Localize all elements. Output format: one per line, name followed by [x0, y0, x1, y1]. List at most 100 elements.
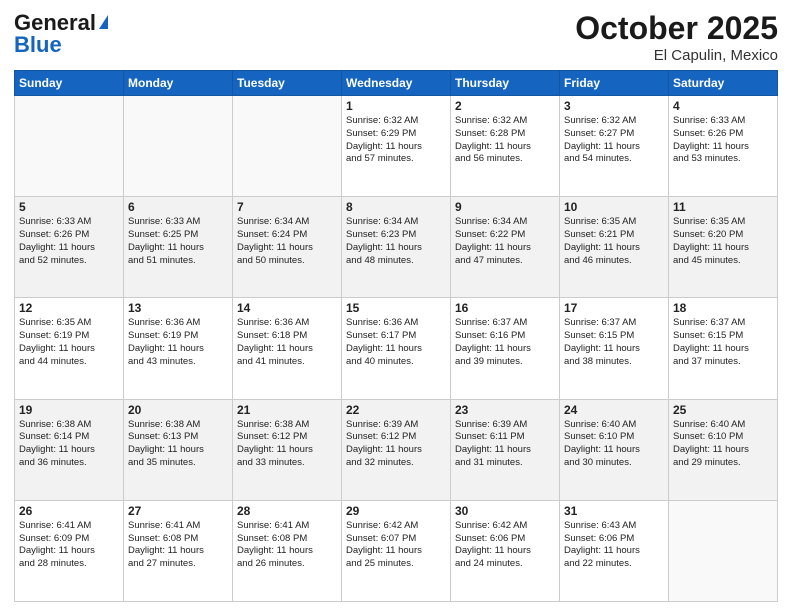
- day-number: 19: [19, 403, 119, 417]
- day-number: 7: [237, 200, 337, 214]
- logo: General Blue: [14, 10, 108, 58]
- day-cell-13: 13 Sunrise: 6:36 AM Sunset: 6:19 PM Dayli…: [124, 298, 233, 399]
- day-header-sunday: Sunday: [15, 71, 124, 96]
- day-cell-1: 1 Sunrise: 6:32 AM Sunset: 6:29 PM Daylig…: [342, 96, 451, 197]
- day-cell-25: 25 Sunrise: 6:40 AM Sunset: 6:10 PM Dayli…: [669, 399, 778, 500]
- day-header-saturday: Saturday: [669, 71, 778, 96]
- week-row-2: 5 Sunrise: 6:33 AM Sunset: 6:26 PM Daylig…: [15, 197, 778, 298]
- day-info: Sunrise: 6:35 AM Sunset: 6:20 PM Dayligh…: [673, 216, 773, 267]
- day-info: Sunrise: 6:38 AM Sunset: 6:12 PM Dayligh…: [237, 419, 337, 470]
- day-cell-3: 3Sunrise: 6:32 AM Sunset: 6:27 PM Daylig…: [560, 96, 669, 197]
- empty-cell: [233, 96, 342, 197]
- empty-cell: [15, 96, 124, 197]
- day-info: Sunrise: 6:36 AM Sunset: 6:18 PM Dayligh…: [237, 317, 337, 368]
- day-number: 14: [237, 301, 337, 315]
- day-number: 10: [564, 200, 664, 214]
- month-title: October 2025: [575, 10, 778, 47]
- day-info: Sunrise: 6:36 AM Sunset: 6:17 PM Dayligh…: [346, 317, 446, 368]
- day-info: Sunrise: 6:34 AM Sunset: 6:24 PM Dayligh…: [237, 216, 337, 267]
- day-cell-24: 24 Sunrise: 6:40 AM Sunset: 6:10 PM Dayli…: [560, 399, 669, 500]
- day-number: 6: [128, 200, 228, 214]
- day-info: Sunrise: 6:33 AM Sunset: 6:26 PM Dayligh…: [673, 115, 773, 166]
- day-cell-15: 15 Sunrise: 6:36 AM Sunset: 6:17 PM Dayli…: [342, 298, 451, 399]
- day-number: 30: [455, 504, 555, 518]
- day-info: Sunrise: 6:38 AM Sunset: 6:14 PM Dayligh…: [19, 419, 119, 470]
- day-number: 24: [564, 403, 664, 417]
- day-number: 4: [673, 99, 773, 113]
- day-cell-27: 27 Sunrise: 6:41 AM Sunset: 6:08 PM Dayli…: [124, 500, 233, 601]
- day-number: 15: [346, 301, 446, 315]
- day-cell-20: 20 Sunrise: 6:38 AM Sunset: 6:13 PM Dayli…: [124, 399, 233, 500]
- day-cell-14: 14 Sunrise: 6:36 AM Sunset: 6:18 PM Dayli…: [233, 298, 342, 399]
- day-info: Sunrise: 6:38 AM Sunset: 6:13 PM Dayligh…: [128, 419, 228, 470]
- day-header-tuesday: Tuesday: [233, 71, 342, 96]
- day-number: 18: [673, 301, 773, 315]
- day-info: Sunrise: 6:33 AM Sunset: 6:26 PM Dayligh…: [19, 216, 119, 267]
- day-header-wednesday: Wednesday: [342, 71, 451, 96]
- day-header-monday: Monday: [124, 71, 233, 96]
- day-number: 3: [564, 99, 664, 113]
- day-info: Sunrise: 6:42 AM Sunset: 6:06 PM Dayligh…: [455, 520, 555, 571]
- day-number: 31: [564, 504, 664, 518]
- day-cell-6: 6 Sunrise: 6:33 AM Sunset: 6:25 PM Daylig…: [124, 197, 233, 298]
- day-number: 12: [19, 301, 119, 315]
- day-number: 27: [128, 504, 228, 518]
- day-info: Sunrise: 6:37 AM Sunset: 6:15 PM Dayligh…: [564, 317, 664, 368]
- day-info: Sunrise: 6:41 AM Sunset: 6:08 PM Dayligh…: [237, 520, 337, 571]
- day-info: Sunrise: 6:35 AM Sunset: 6:19 PM Dayligh…: [19, 317, 119, 368]
- day-cell-4: 4 Sunrise: 6:33 AM Sunset: 6:26 PM Daylig…: [669, 96, 778, 197]
- day-cell-16: 16Sunrise: 6:37 AM Sunset: 6:16 PM Dayli…: [451, 298, 560, 399]
- day-info: Sunrise: 6:33 AM Sunset: 6:25 PM Dayligh…: [128, 216, 228, 267]
- day-number: 11: [673, 200, 773, 214]
- logo-triangle-icon: [99, 15, 108, 29]
- day-info: Sunrise: 6:36 AM Sunset: 6:19 PM Dayligh…: [128, 317, 228, 368]
- day-number: 9: [455, 200, 555, 214]
- day-cell-8: 8 Sunrise: 6:34 AM Sunset: 6:23 PM Daylig…: [342, 197, 451, 298]
- empty-cell: [669, 500, 778, 601]
- day-info: Sunrise: 6:41 AM Sunset: 6:09 PM Dayligh…: [19, 520, 119, 571]
- location: El Capulin, Mexico: [575, 47, 778, 64]
- day-info: Sunrise: 6:34 AM Sunset: 6:23 PM Dayligh…: [346, 216, 446, 267]
- day-number: 23: [455, 403, 555, 417]
- day-cell-19: 19 Sunrise: 6:38 AM Sunset: 6:14 PM Dayli…: [15, 399, 124, 500]
- day-header-friday: Friday: [560, 71, 669, 96]
- day-info: Sunrise: 6:39 AM Sunset: 6:12 PM Dayligh…: [346, 419, 446, 470]
- day-cell-18: 18Sunrise: 6:37 AM Sunset: 6:15 PM Dayli…: [669, 298, 778, 399]
- day-cell-28: 28 Sunrise: 6:41 AM Sunset: 6:08 PM Dayli…: [233, 500, 342, 601]
- logo-blue: Blue: [14, 32, 62, 58]
- day-number: 8: [346, 200, 446, 214]
- day-cell-22: 22 Sunrise: 6:39 AM Sunset: 6:12 PM Dayli…: [342, 399, 451, 500]
- day-number: 17: [564, 301, 664, 315]
- day-number: 25: [673, 403, 773, 417]
- day-info: Sunrise: 6:41 AM Sunset: 6:08 PM Dayligh…: [128, 520, 228, 571]
- day-cell-10: 10Sunrise: 6:35 AM Sunset: 6:21 PM Dayli…: [560, 197, 669, 298]
- day-number: 1: [346, 99, 446, 113]
- day-cell-2: 2 Sunrise: 6:32 AM Sunset: 6:28 PM Daylig…: [451, 96, 560, 197]
- day-info: Sunrise: 6:37 AM Sunset: 6:16 PM Dayligh…: [455, 317, 555, 368]
- day-cell-21: 21Sunrise: 6:38 AM Sunset: 6:12 PM Dayli…: [233, 399, 342, 500]
- day-cell-5: 5 Sunrise: 6:33 AM Sunset: 6:26 PM Daylig…: [15, 197, 124, 298]
- day-number: 13: [128, 301, 228, 315]
- day-number: 26: [19, 504, 119, 518]
- title-block: October 2025 El Capulin, Mexico: [575, 10, 778, 64]
- day-cell-12: 12 Sunrise: 6:35 AM Sunset: 6:19 PM Dayli…: [15, 298, 124, 399]
- day-cell-31: 31 Sunrise: 6:43 AM Sunset: 6:06 PM Dayli…: [560, 500, 669, 601]
- day-info: Sunrise: 6:39 AM Sunset: 6:11 PM Dayligh…: [455, 419, 555, 470]
- day-cell-30: 30 Sunrise: 6:42 AM Sunset: 6:06 PM Dayli…: [451, 500, 560, 601]
- day-info: Sunrise: 6:32 AM Sunset: 6:28 PM Dayligh…: [455, 115, 555, 166]
- day-number: 2: [455, 99, 555, 113]
- day-info: Sunrise: 6:32 AM Sunset: 6:29 PM Dayligh…: [346, 115, 446, 166]
- calendar-header-row: SundayMondayTuesdayWednesdayThursdayFrid…: [15, 71, 778, 96]
- day-number: 22: [346, 403, 446, 417]
- day-info: Sunrise: 6:40 AM Sunset: 6:10 PM Dayligh…: [673, 419, 773, 470]
- day-info: Sunrise: 6:43 AM Sunset: 6:06 PM Dayligh…: [564, 520, 664, 571]
- calendar-body: 1 Sunrise: 6:32 AM Sunset: 6:29 PM Daylig…: [15, 96, 778, 602]
- day-number: 20: [128, 403, 228, 417]
- day-cell-11: 11 Sunrise: 6:35 AM Sunset: 6:20 PM Dayli…: [669, 197, 778, 298]
- day-info: Sunrise: 6:40 AM Sunset: 6:10 PM Dayligh…: [564, 419, 664, 470]
- day-cell-9: 9Sunrise: 6:34 AM Sunset: 6:22 PM Daylig…: [451, 197, 560, 298]
- week-row-3: 12 Sunrise: 6:35 AM Sunset: 6:19 PM Dayli…: [15, 298, 778, 399]
- day-number: 28: [237, 504, 337, 518]
- page: General Blue October 2025 El Capulin, Me…: [0, 0, 792, 612]
- day-number: 5: [19, 200, 119, 214]
